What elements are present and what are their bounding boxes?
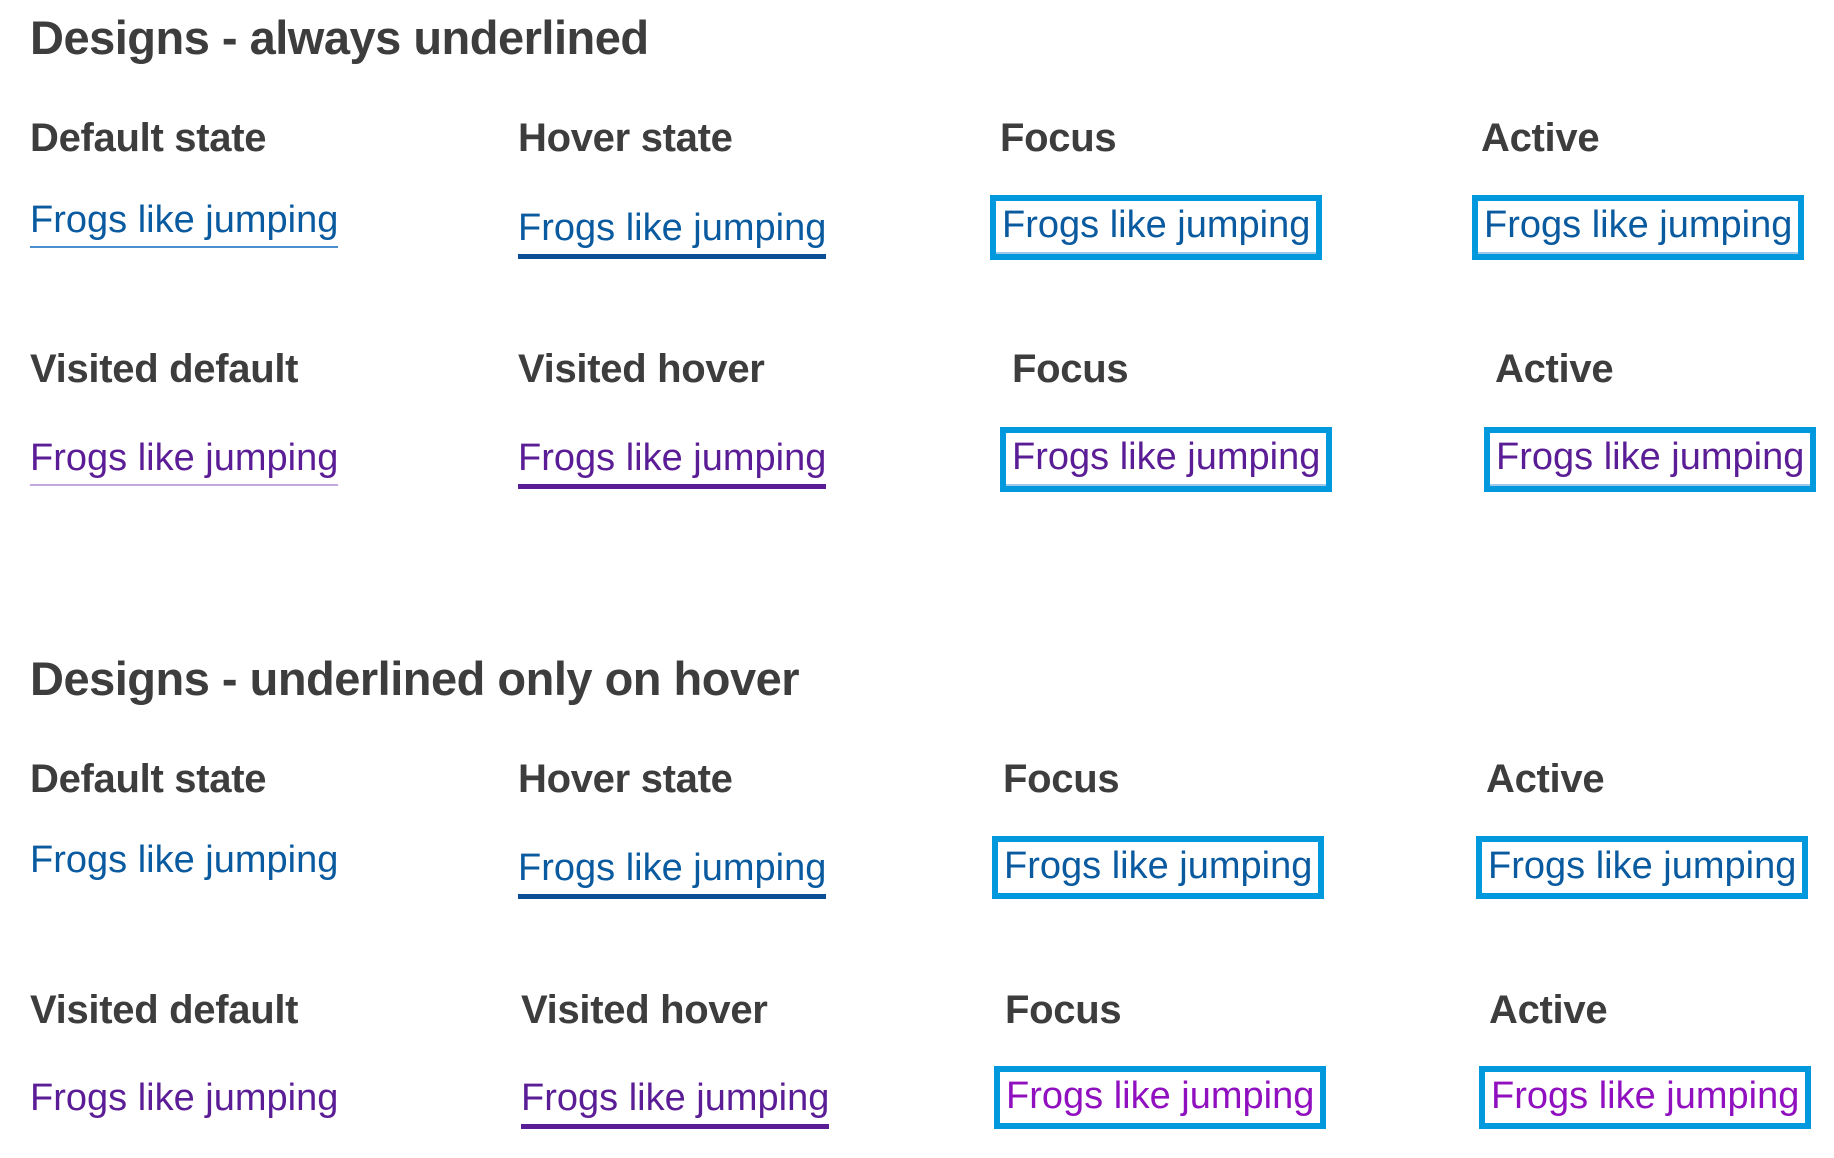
label-visited-active: Active	[1495, 347, 1614, 391]
link-visited-active[interactable]: Frogs like jumping	[1478, 1066, 1812, 1129]
link-focus[interactable]: Frogs like jumping	[989, 195, 1323, 260]
link-default[interactable]: Frogs like jumping	[30, 198, 339, 248]
link-visited-active[interactable]: Frogs like jumping	[1483, 427, 1817, 492]
link-active[interactable]: Frogs like jumping	[1475, 836, 1809, 899]
link-visited-hover[interactable]: Frogs like jumping	[518, 436, 827, 489]
section-title-always-underlined: Designs - always underlined	[30, 11, 649, 64]
label-visited-default: Visited default	[30, 988, 299, 1032]
link-visited-default[interactable]: Frogs like jumping	[30, 436, 339, 486]
label-visited-focus: Focus	[1012, 347, 1129, 391]
label-active: Active	[1486, 757, 1605, 801]
link-hover[interactable]: Frogs like jumping	[518, 846, 827, 899]
label-visited-default: Visited default	[30, 347, 299, 391]
link-hover[interactable]: Frogs like jumping	[518, 206, 827, 259]
label-active: Active	[1481, 116, 1600, 160]
label-focus: Focus	[1003, 757, 1120, 801]
label-default-state: Default state	[30, 116, 267, 160]
link-visited-focus[interactable]: Frogs like jumping	[999, 427, 1333, 492]
label-default-state: Default state	[30, 757, 267, 801]
label-visited-focus: Focus	[1005, 988, 1122, 1032]
label-focus: Focus	[1000, 116, 1117, 160]
section-title-underlined-on-hover: Designs - underlined only on hover	[30, 652, 800, 705]
label-visited-active: Active	[1489, 988, 1608, 1032]
link-visited-hover[interactable]: Frogs like jumping	[521, 1076, 830, 1129]
link-active[interactable]: Frogs like jumping	[1471, 195, 1805, 260]
label-visited-hover: Visited hover	[518, 347, 765, 391]
link-default[interactable]: Frogs like jumping	[30, 838, 338, 884]
label-visited-hover: Visited hover	[521, 988, 768, 1032]
label-hover-state: Hover state	[518, 116, 733, 160]
label-hover-state: Hover state	[518, 757, 733, 801]
link-visited-focus[interactable]: Frogs like jumping	[993, 1066, 1327, 1129]
link-visited-default[interactable]: Frogs like jumping	[30, 1076, 338, 1122]
link-focus[interactable]: Frogs like jumping	[991, 836, 1325, 899]
